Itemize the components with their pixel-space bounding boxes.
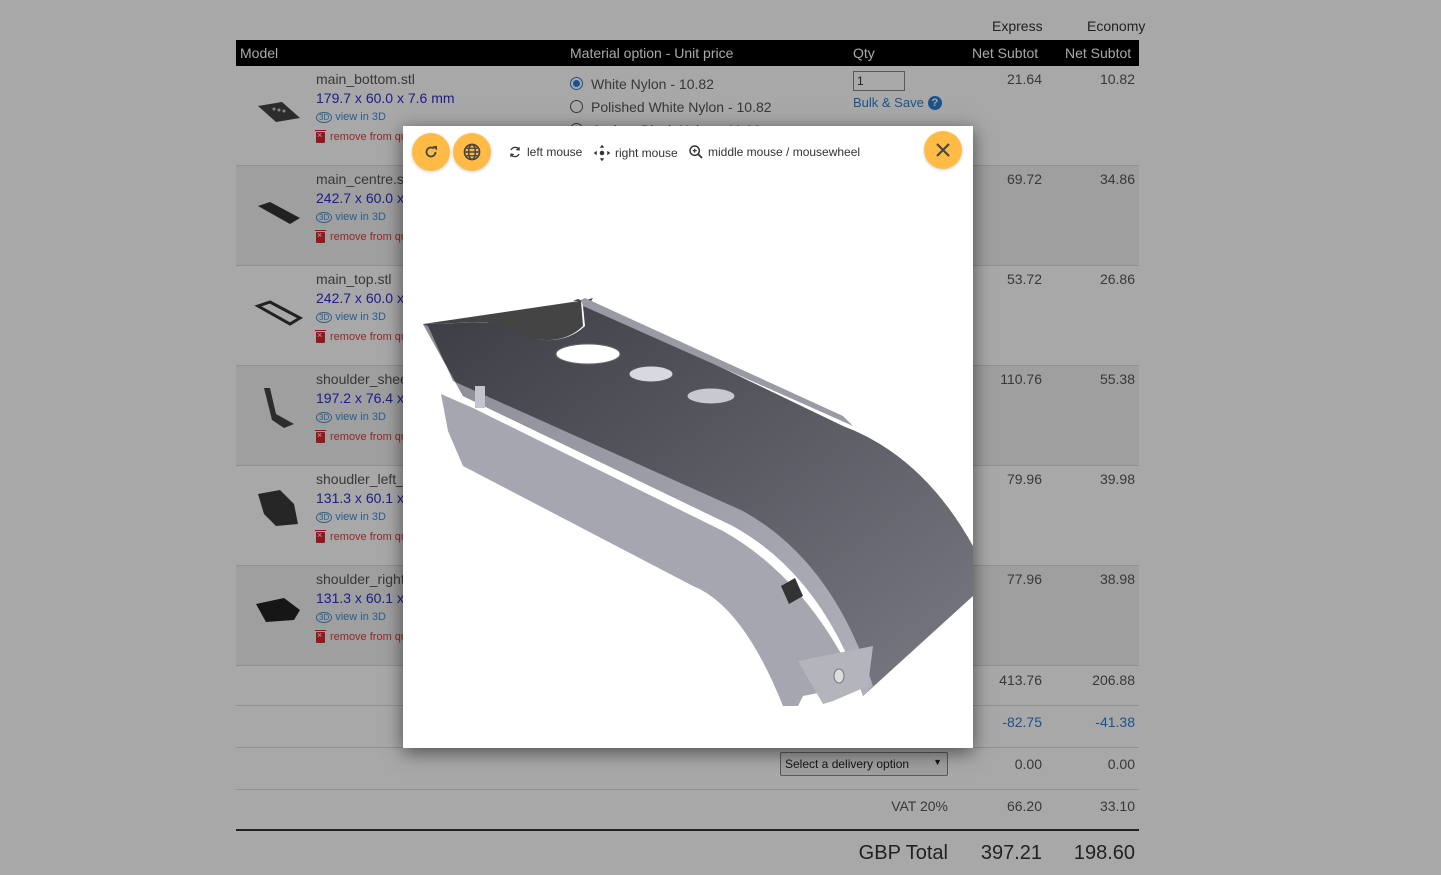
3d-viewer-modal: left mouse right mouse middle mouse / mo… xyxy=(403,126,973,748)
hint-label: middle mouse / mousewheel xyxy=(708,145,861,159)
globe-icon xyxy=(463,143,481,161)
3d-model-part xyxy=(423,298,973,706)
close-button[interactable] xyxy=(924,131,962,169)
reset-view-button[interactable] xyxy=(412,133,450,171)
move-icon xyxy=(593,144,611,162)
close-icon xyxy=(936,143,950,157)
rotate-icon xyxy=(510,146,520,158)
hint-rotate: left mouse xyxy=(507,144,582,160)
hint-zoom: middle mouse / mousewheel xyxy=(688,144,860,160)
hint-label: left mouse xyxy=(527,145,583,159)
globe-button[interactable] xyxy=(453,133,491,171)
hint-label: right mouse xyxy=(615,146,678,160)
zoom-icon xyxy=(689,145,703,159)
hint-pan: right mouse xyxy=(593,144,678,162)
3d-model-canvas[interactable] xyxy=(403,176,973,748)
refresh-icon xyxy=(425,146,437,158)
